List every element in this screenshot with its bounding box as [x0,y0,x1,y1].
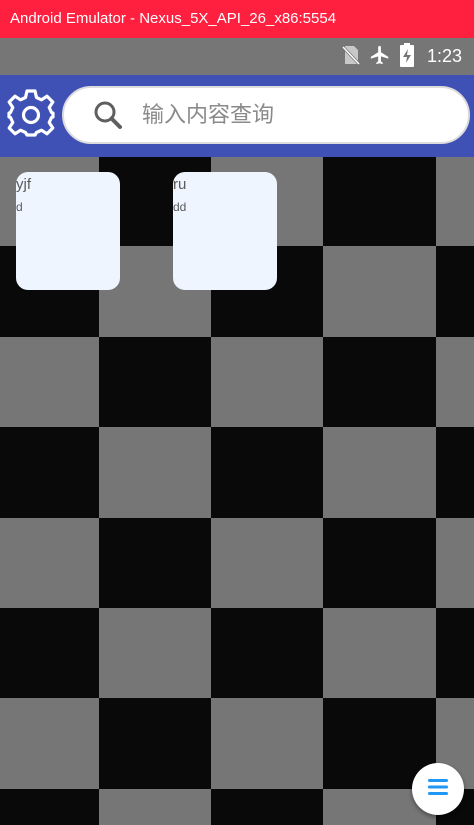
board-square [99,518,211,608]
board-square [0,698,99,789]
search-input[interactable] [142,102,432,128]
window-title: Android Emulator - Nexus_5X_API_26_x86:5… [10,10,337,27]
board-square [211,789,323,825]
card-title: ru [173,176,187,193]
emulator-title-bar: Android Emulator - Nexus_5X_API_26_x86:5… [0,0,474,38]
board-square [323,518,436,608]
board-square [436,157,474,246]
app-bar [0,75,474,157]
menu-icon [426,777,450,801]
no-sim-icon [341,45,361,69]
card-subtitle: dd [173,200,187,214]
board-square [211,698,323,789]
board-square [0,789,99,825]
board-square [99,698,211,789]
board-square [0,337,99,427]
board-square [436,427,474,518]
board-square [323,246,436,337]
board-square [323,608,436,698]
board-square [99,789,211,825]
board-square [323,337,436,427]
board-square [0,427,99,518]
board-square [211,518,323,608]
board-square [323,427,436,518]
search-bar[interactable] [62,86,470,144]
card-item[interactable]: yjf d [16,172,120,290]
board-square [99,337,211,427]
board-square [323,157,436,246]
card-title: yjf [16,176,31,193]
board-square [436,518,474,608]
card-subtitle: d [16,200,23,214]
gear-icon [5,87,57,143]
board-square [0,518,99,608]
board-square [436,337,474,427]
settings-button[interactable] [4,88,58,142]
menu-fab-button[interactable] [412,763,464,815]
board-square [99,427,211,518]
airplane-mode-icon [369,44,391,70]
status-time: 1:23 [426,46,462,66]
search-icon [92,99,124,131]
board-square [211,427,323,518]
board-square [211,608,323,698]
battery-charging-icon [399,42,414,71]
board-square [436,608,474,698]
board-square [211,337,323,427]
card-item[interactable]: ru dd [173,172,277,290]
status-bar: 1:23 [0,38,474,75]
board-square [99,608,211,698]
board-square [436,246,474,337]
board-square [0,608,99,698]
